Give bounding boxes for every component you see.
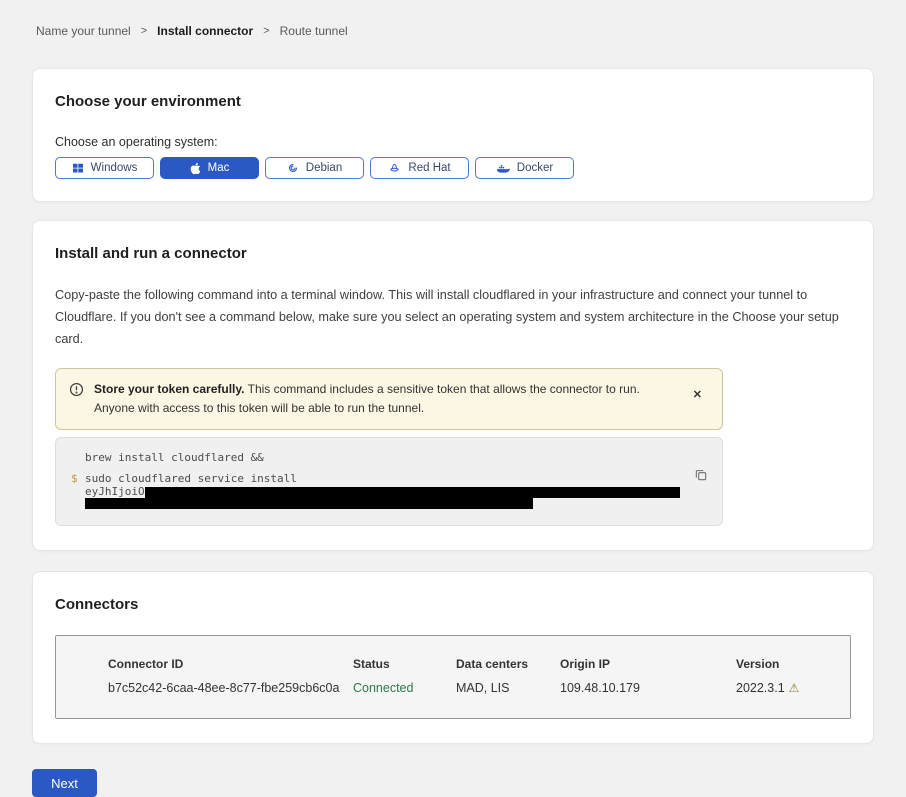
token-prefix: eyJhIjoiO — [85, 486, 680, 498]
os-button-mac[interactable]: Mac — [160, 157, 259, 179]
connector-row: b7c52c42-6caa-48ee-8c77-fbe259cb6c0a Con… — [108, 681, 850, 695]
os-button-windows[interactable]: Windows — [55, 157, 154, 179]
connectors-table: Connector ID Status Data centers Origin … — [55, 635, 851, 719]
code-line-2: sudo cloudflared service install — [85, 473, 297, 485]
os-select-label: Choose an operating system: — [55, 135, 851, 149]
connector-card-description: Copy-paste the following command into a … — [55, 284, 851, 351]
version-value: 2022.3.1 ⚠ — [736, 681, 850, 695]
os-button-label: Mac — [208, 162, 230, 174]
redacted-token-bar — [85, 498, 533, 509]
origin-ip-value: 109.48.10.179 — [560, 681, 736, 695]
connectors-card: Connectors Connector ID Status Data cent… — [32, 571, 874, 744]
alert-circle-icon — [69, 382, 84, 402]
token-warning-bold: Store your token carefully. — [94, 382, 245, 396]
breadcrumb-install-connector[interactable]: Install connector — [157, 24, 253, 38]
shell-prompt: $ — [71, 473, 85, 485]
os-button-debian[interactable]: Debian — [265, 157, 364, 179]
windows-logo-icon — [72, 162, 84, 174]
token-warning-banner: Store your token carefully. This command… — [55, 368, 723, 430]
connectors-card-title: Connectors — [55, 596, 851, 613]
os-button-group: Windows Mac Debian Red Hat — [55, 157, 851, 179]
breadcrumb-separator: > — [141, 25, 147, 37]
close-warning-button[interactable]: ✕ — [689, 388, 706, 403]
debian-logo-icon — [287, 162, 299, 174]
data-centers-value: MAD, LIS — [456, 681, 560, 695]
next-button[interactable]: Next — [32, 769, 97, 797]
token-warning-text: Store your token carefully. This command… — [94, 380, 673, 418]
col-data-centers: Data centers — [456, 657, 560, 671]
breadcrumb-separator: > — [263, 25, 269, 37]
os-button-label: Docker — [517, 162, 553, 174]
redhat-logo-icon — [388, 162, 401, 174]
environment-card-title: Choose your environment — [55, 93, 851, 110]
install-connector-card: Install and run a connector Copy-paste t… — [32, 220, 874, 551]
apple-logo-icon — [190, 162, 201, 175]
breadcrumb-route-tunnel[interactable]: Route tunnel — [280, 24, 348, 38]
os-button-label: Debian — [306, 162, 342, 174]
breadcrumb-name-your-tunnel[interactable]: Name your tunnel — [36, 24, 131, 38]
col-version: Version — [736, 657, 850, 671]
redacted-token-bar — [145, 487, 680, 498]
col-connector-id: Connector ID — [108, 657, 353, 671]
install-command-codeblock: brew install cloudflared && $sudo cloudf… — [55, 437, 723, 526]
version-warning-icon: ⚠ — [789, 682, 800, 694]
os-button-label: Red Hat — [408, 162, 450, 174]
breadcrumb: Name your tunnel > Install connector > R… — [36, 24, 906, 38]
copy-icon — [694, 468, 708, 482]
code-line-1: brew install cloudflared && — [85, 452, 264, 464]
copy-command-button[interactable] — [692, 466, 710, 487]
os-button-docker[interactable]: Docker — [475, 157, 574, 179]
docker-logo-icon — [496, 162, 510, 174]
os-button-label: Windows — [91, 162, 138, 174]
col-status: Status — [353, 657, 456, 671]
status-badge: Connected — [353, 681, 456, 695]
connectors-table-header: Connector ID Status Data centers Origin … — [108, 657, 850, 671]
col-origin-ip: Origin IP — [560, 657, 736, 671]
connector-card-title: Install and run a connector — [55, 245, 851, 262]
choose-environment-card: Choose your environment Choose an operat… — [32, 68, 874, 202]
os-button-redhat[interactable]: Red Hat — [370, 157, 469, 179]
connector-id-value: b7c52c42-6caa-48ee-8c77-fbe259cb6c0a — [108, 681, 353, 695]
